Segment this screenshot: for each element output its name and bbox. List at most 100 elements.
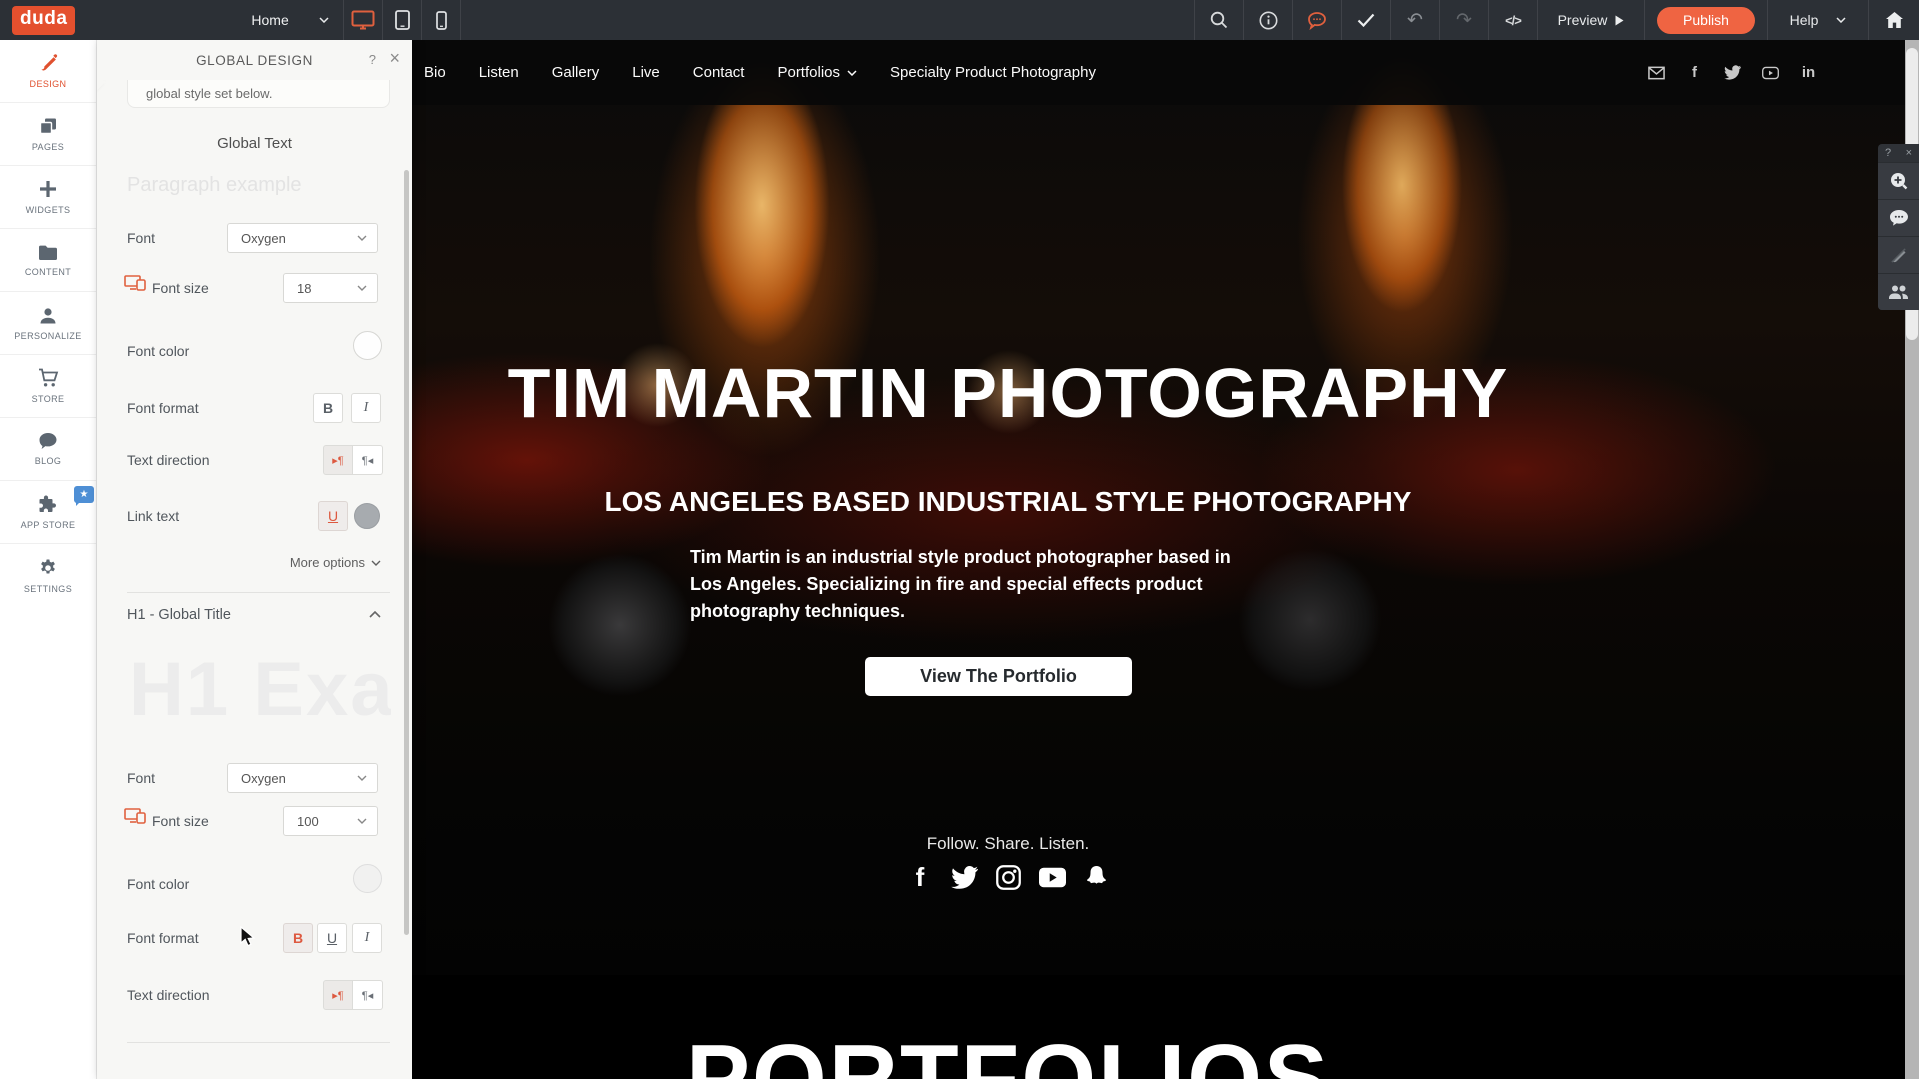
save-check-button[interactable] — [1342, 0, 1390, 40]
youtube-icon[interactable] — [1762, 64, 1779, 81]
sidebar-item-personalize[interactable]: PERSONALIZE — [0, 292, 96, 355]
view-portfolio-button[interactable]: View The Portfolio — [865, 657, 1132, 696]
youtube-icon[interactable] — [1039, 864, 1066, 891]
twitter-icon[interactable] — [1724, 64, 1741, 81]
zoom-in-button[interactable] — [1878, 162, 1919, 199]
person-icon — [38, 306, 58, 325]
link-underline-button[interactable]: U — [318, 501, 348, 531]
italic-button[interactable]: I — [351, 393, 381, 423]
h1-font-size-select[interactable]: 100 — [283, 806, 378, 836]
comment-bubble-icon — [1889, 209, 1909, 227]
font-format-label: Font format — [127, 400, 199, 416]
h1-bold-button[interactable]: B — [283, 923, 313, 953]
search-icon — [1210, 11, 1228, 29]
h1-underline-button[interactable]: U — [317, 923, 347, 953]
help-dropdown[interactable]: Help — [1768, 0, 1868, 40]
publish-button[interactable]: Publish — [1657, 7, 1755, 34]
ltr-direction-button[interactable]: ▸¶ — [323, 445, 353, 475]
duda-logo: duda — [12, 6, 75, 35]
search-button[interactable] — [1195, 0, 1243, 40]
collapse-chevron-icon[interactable] — [369, 611, 381, 618]
chevron-down-icon — [371, 560, 381, 566]
panel-close-icon[interactable]: × — [389, 48, 400, 69]
redo-button[interactable]: ↷ — [1440, 0, 1488, 40]
dev-mode-button[interactable]: </> — [1489, 0, 1537, 40]
bold-button[interactable]: B — [313, 393, 343, 423]
link-color-swatch[interactable] — [354, 503, 380, 529]
site-nav-specialty[interactable]: Specialty Product Photography — [890, 64, 1096, 81]
chevron-down-icon — [357, 775, 367, 781]
panel-title: GLOBAL DESIGN — [97, 53, 412, 68]
dashboard-home-button[interactable] — [1869, 0, 1919, 40]
font-size-select[interactable]: 18 — [283, 273, 378, 303]
site-nav-bio[interactable]: Bio — [424, 64, 446, 81]
chevron-down-icon — [357, 235, 367, 241]
paragraph-example-preview: Paragraph example — [127, 174, 302, 197]
h1-section-heading: H1 - Global Title — [127, 607, 231, 623]
more-options-link[interactable]: More options — [290, 555, 381, 570]
facebook-icon[interactable]: f — [1686, 64, 1703, 81]
pilcrow-rtl-icon: ¶◂ — [362, 454, 373, 467]
font-select[interactable]: Oxygen — [227, 223, 378, 253]
preview-button[interactable]: Preview — [1538, 0, 1644, 40]
sidebar-item-widgets[interactable]: WIDGETS — [0, 166, 96, 229]
mobile-view-button[interactable] — [422, 0, 460, 40]
font-color-swatch[interactable] — [353, 331, 382, 360]
mobile-icon — [436, 11, 447, 30]
facebook-icon[interactable]: f — [907, 864, 934, 891]
sidebar-item-blog[interactable]: BLOG — [0, 418, 96, 481]
people-icon — [1888, 284, 1909, 300]
site-nav-gallery[interactable]: Gallery — [552, 64, 600, 81]
sidebar-item-design[interactable]: DESIGN — [0, 40, 96, 103]
page-selector-dropdown[interactable]: Home — [237, 0, 343, 40]
h1-ltr-direction-button[interactable]: ▸¶ — [323, 980, 353, 1010]
h1-example-preview: H1 Example — [129, 646, 391, 733]
hide-design-button[interactable] — [1878, 236, 1919, 273]
h1-font-color-swatch[interactable] — [353, 864, 382, 893]
h1-italic-button[interactable]: I — [352, 923, 382, 953]
editor-sidebar: DESIGN PAGES WIDGETS CONTENT PERSONALIZE… — [0, 40, 97, 1079]
link-text-label: Link text — [127, 508, 179, 524]
email-icon[interactable] — [1648, 64, 1665, 81]
comments-button[interactable] — [1878, 199, 1919, 236]
info-button[interactable] — [1244, 0, 1292, 40]
brush-icon — [38, 53, 58, 73]
h1-rtl-direction-button[interactable]: ¶◂ — [353, 980, 383, 1010]
responsive-devices-icon — [124, 808, 146, 824]
h1-font-format-label: Font format — [127, 930, 199, 946]
sidebar-item-settings[interactable]: SETTINGS — [0, 544, 96, 607]
sidebar-item-store[interactable]: STORE — [0, 355, 96, 418]
chat-bubble-icon — [38, 432, 58, 450]
twitter-icon[interactable] — [951, 864, 978, 891]
linkedin-icon[interactable]: in — [1800, 64, 1817, 81]
chevron-down-icon — [319, 17, 329, 23]
tablet-view-button[interactable] — [383, 0, 421, 40]
toolbar-help-icon[interactable]: ? — [1885, 147, 1891, 159]
h1-font-select[interactable]: Oxygen — [227, 763, 378, 793]
toolbar-close-icon[interactable]: × — [1906, 147, 1912, 159]
team-button[interactable] — [1878, 273, 1919, 310]
undo-button[interactable]: ↶ — [1391, 0, 1439, 40]
chevron-down-icon — [357, 285, 367, 291]
site-nav-portfolios[interactable]: Portfolios — [777, 64, 857, 81]
desktop-view-button[interactable] — [344, 0, 382, 40]
panel-help-icon[interactable]: ? — [369, 52, 376, 67]
snapchat-icon[interactable] — [1083, 864, 1110, 891]
app-store-star-badge: ★ — [74, 486, 94, 503]
section-divider — [127, 1042, 390, 1043]
site-nav-live[interactable]: Live — [632, 64, 660, 81]
h1-font-color-label: Font color — [127, 876, 189, 892]
info-icon — [1259, 11, 1278, 30]
site-nav-contact[interactable]: Contact — [693, 64, 745, 81]
sidebar-item-app-store[interactable]: APP STORE ★ — [0, 481, 96, 544]
instagram-icon[interactable] — [995, 864, 1022, 891]
panel-scrollbar-thumb[interactable] — [404, 170, 409, 935]
rtl-direction-button[interactable]: ¶◂ — [353, 445, 383, 475]
section-divider — [127, 592, 390, 593]
sidebar-item-content[interactable]: CONTENT — [0, 229, 96, 292]
pilcrow-ltr-icon: ▸¶ — [332, 454, 343, 467]
desktop-icon — [351, 10, 375, 30]
feedback-button[interactable] — [1293, 0, 1341, 40]
site-nav-listen[interactable]: Listen — [479, 64, 519, 81]
sidebar-item-pages[interactable]: PAGES — [0, 103, 96, 166]
